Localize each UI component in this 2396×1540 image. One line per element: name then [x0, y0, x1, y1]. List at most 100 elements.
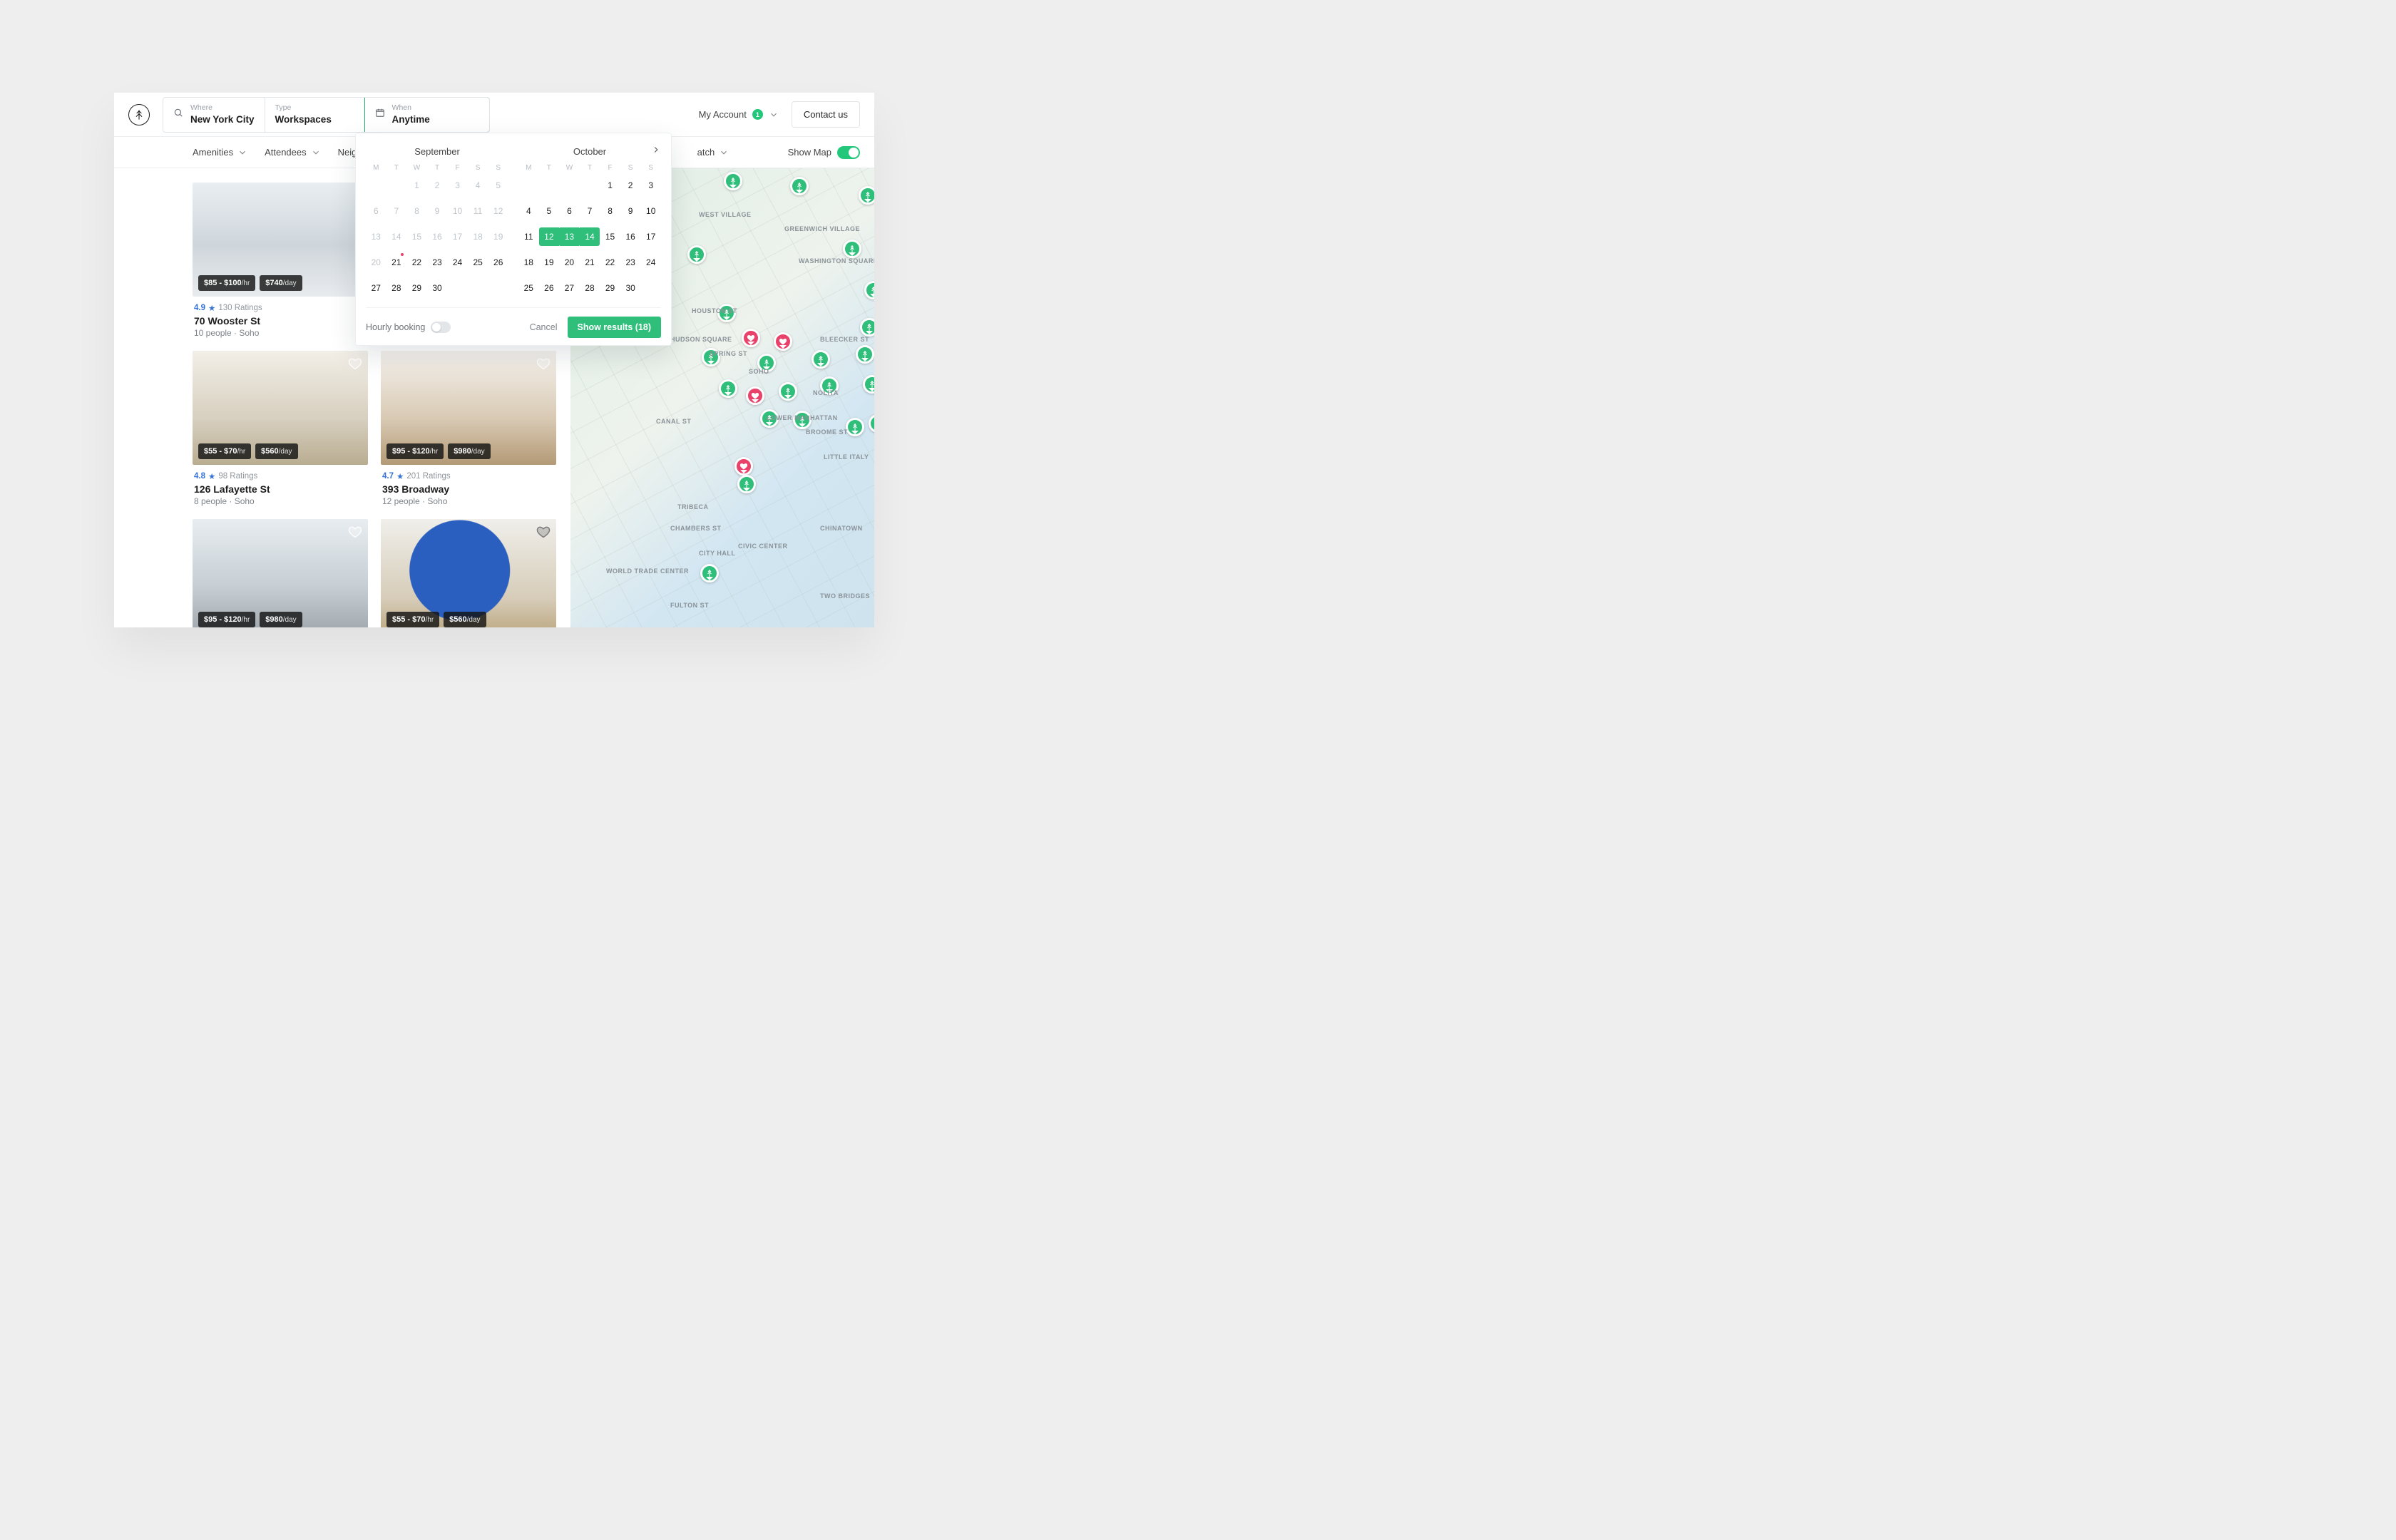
calendar-day[interactable]: 9	[620, 202, 641, 220]
calendar-day[interactable]: 7	[580, 202, 600, 220]
account-label: My Account	[699, 109, 747, 120]
calendar-day[interactable]: 24	[447, 253, 468, 272]
brand-logo[interactable]	[128, 104, 150, 125]
calendar-day[interactable]: 22	[600, 253, 620, 272]
listing-photo[interactable]: $55 - $70/hr$560/day	[193, 351, 368, 465]
calendar-day[interactable]: 20	[559, 253, 580, 272]
calendar-day[interactable]: 27	[559, 279, 580, 297]
calendar-day[interactable]: 25	[468, 253, 488, 272]
calendar-day[interactable]: 28	[386, 279, 407, 297]
calendar-day[interactable]: 3	[640, 176, 661, 195]
search-when-field[interactable]: When Anytime	[364, 97, 490, 133]
map-pin[interactable]	[846, 418, 864, 436]
calendar-day[interactable]: 8	[600, 202, 620, 220]
calendar-day[interactable]: 1	[600, 176, 620, 195]
map-pin[interactable]	[843, 240, 861, 258]
calendar-month-left: September MTWTFSS 1234567891011121314151…	[366, 143, 508, 297]
hourly-booking-toggle[interactable]: Hourly booking	[366, 322, 451, 333]
calendar-day[interactable]: 16	[620, 227, 641, 246]
listing-card[interactable]: $95 - $120/hr$980/day4.7★201 Ratings	[193, 519, 368, 627]
calendar-day-selected[interactable]: 12	[539, 227, 560, 246]
price-daily: $980/day	[448, 443, 490, 459]
calendar-day-selected[interactable]: 13	[559, 227, 580, 246]
map-pin[interactable]	[700, 564, 719, 582]
calendar-day[interactable]: 25	[518, 279, 539, 297]
calendar-day[interactable]: 30	[427, 279, 448, 297]
calendar-day[interactable]: 11	[518, 227, 539, 246]
calendar-day[interactable]: 21	[580, 253, 600, 272]
rating-value: 4.8	[194, 472, 205, 481]
filter-amenities[interactable]: Amenities	[193, 147, 247, 158]
map-pin-favorite[interactable]	[742, 329, 760, 347]
map-pin[interactable]	[812, 350, 830, 369]
show-results-button[interactable]: Show results (18)	[568, 317, 662, 338]
weekday-label: T	[580, 164, 600, 172]
favorite-heart-icon[interactable]	[536, 525, 551, 543]
toggle-switch-on[interactable]	[837, 146, 860, 159]
map-label: Houston St	[692, 307, 737, 314]
calendar-day[interactable]: 29	[600, 279, 620, 297]
map-pin[interactable]	[724, 172, 742, 190]
calendar-day[interactable]: 30	[620, 279, 641, 297]
listing-card[interactable]: $95 - $120/hr$980/day4.7★201 Ratings393 …	[381, 351, 556, 506]
toggle-switch-off[interactable]	[431, 322, 451, 333]
calendar-day[interactable]: 17	[640, 227, 661, 246]
calendar-day[interactable]: 21	[386, 253, 407, 272]
calendar-day[interactable]: 22	[406, 253, 427, 272]
map-pin-favorite[interactable]	[774, 332, 792, 351]
calendar-day[interactable]: 23	[427, 253, 448, 272]
map-pin[interactable]	[859, 186, 874, 205]
calendar-day[interactable]: 26	[539, 279, 560, 297]
price-hourly: $55 - $70/hr	[386, 612, 439, 627]
favorite-heart-icon[interactable]	[348, 525, 362, 543]
calendar-day[interactable]: 15	[600, 227, 620, 246]
map-pin[interactable]	[790, 177, 809, 195]
calendar-day[interactable]: 5	[539, 202, 560, 220]
header: Where New York City Type Workspaces When…	[114, 93, 874, 137]
calendar-day[interactable]: 26	[488, 253, 508, 272]
map-pin[interactable]	[864, 281, 874, 299]
calendar-day[interactable]: 10	[640, 202, 661, 220]
price-hourly: $95 - $120/hr	[386, 443, 444, 459]
listing-card[interactable]: $55 - $70/hr$560/day4.8★98 Ratings126 La…	[193, 351, 368, 506]
map-pin[interactable]	[719, 379, 737, 398]
listing-photo[interactable]: $55 - $70/hr$560/day	[381, 519, 556, 627]
filter-attendees[interactable]: Attendees	[265, 147, 321, 158]
calendar-day[interactable]: 4	[518, 202, 539, 220]
map-pin[interactable]	[687, 245, 706, 264]
map-pin[interactable]	[863, 375, 874, 394]
filter-match-partial[interactable]: atch	[697, 147, 729, 158]
listing-title: 126 Lafayette St	[194, 483, 367, 495]
calendar-day-selected[interactable]: 14	[580, 227, 600, 246]
map-pin-favorite[interactable]	[734, 457, 753, 476]
map-pin[interactable]	[856, 345, 874, 364]
calendar-day[interactable]: 27	[366, 279, 386, 297]
weekday-label: T	[539, 164, 560, 172]
calendar-day[interactable]: 28	[580, 279, 600, 297]
calendar-day[interactable]: 23	[620, 253, 641, 272]
map-pin-favorite[interactable]	[746, 386, 764, 405]
calendar-day[interactable]: 6	[559, 202, 580, 220]
map-pin[interactable]	[860, 318, 874, 337]
contact-us-button[interactable]: Contact us	[792, 101, 860, 128]
show-map-toggle[interactable]: Show Map	[788, 146, 860, 159]
calendar-day[interactable]: 2	[620, 176, 641, 195]
map-label: Nolita	[813, 389, 839, 396]
listing-photo[interactable]: $95 - $120/hr$980/day	[381, 351, 556, 465]
calendar-day[interactable]: 24	[640, 253, 661, 272]
calendar-day[interactable]: 19	[539, 253, 560, 272]
favorite-heart-icon[interactable]	[348, 356, 362, 374]
next-month-button[interactable]	[651, 145, 661, 157]
cancel-button[interactable]: Cancel	[530, 322, 558, 332]
favorite-heart-icon[interactable]	[536, 356, 551, 374]
calendar-day[interactable]: 18	[518, 253, 539, 272]
map-pin[interactable]	[779, 382, 797, 401]
search-where-field[interactable]: Where New York City	[163, 98, 265, 132]
search-type-field[interactable]: Type Workspaces	[265, 98, 365, 132]
map-pin[interactable]	[737, 475, 756, 493]
listing-photo[interactable]: $95 - $120/hr$980/day	[193, 519, 368, 627]
map-pin[interactable]	[869, 414, 874, 433]
account-menu[interactable]: My Account 1	[699, 109, 779, 120]
calendar-day[interactable]: 29	[406, 279, 427, 297]
listing-card[interactable]: $55 - $70/hr$560/day4.7★98 Ratings	[381, 519, 556, 627]
